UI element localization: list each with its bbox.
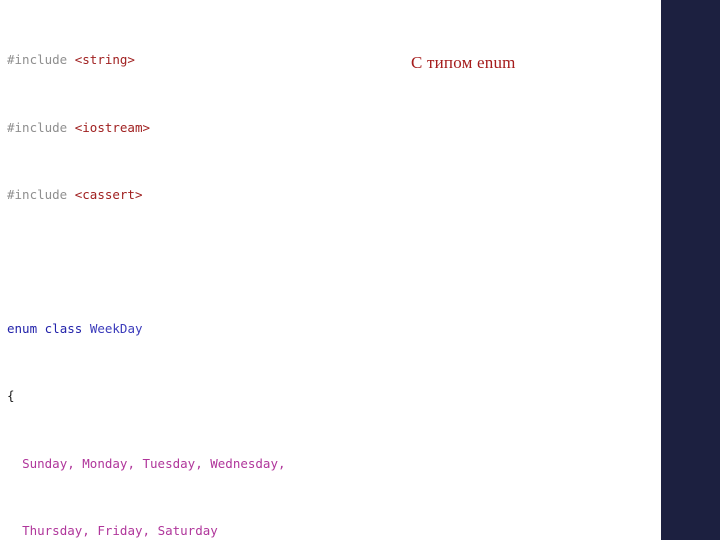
slide-decoration-band — [661, 0, 720, 540]
token-keyword-class: class — [44, 321, 83, 337]
token-enum-member: Tuesday — [142, 455, 196, 471]
token-header: <iostream> — [74, 119, 151, 135]
token-type-weekday: WeekDay — [89, 321, 143, 337]
token-comma: , — [142, 522, 158, 538]
token-preprocessor: #include — [7, 186, 68, 202]
token-enum-member: Thursday — [22, 522, 83, 538]
code-line: #include <cassert> — [7, 187, 657, 204]
code-line: #include <iostream> — [7, 120, 657, 137]
token-comma: , — [195, 455, 211, 471]
token-header: <string> — [74, 52, 135, 68]
token-keyword-enum: enum — [7, 321, 38, 337]
slide-canvas: С типом enum #include <string> #include … — [0, 0, 720, 540]
code-line: { — [7, 388, 657, 405]
code-line: Sunday, Monday, Tuesday, Wednesday, — [7, 456, 657, 473]
token-preprocessor: #include — [7, 52, 68, 68]
token-enum-member: Saturday — [157, 522, 218, 538]
token-enum-member: Friday — [97, 522, 143, 538]
token-preprocessor: #include — [7, 119, 68, 135]
code-line: Thursday, Friday, Saturday — [7, 523, 657, 540]
token-enum-member: Sunday — [22, 455, 68, 471]
code-line: #include <string> — [7, 52, 657, 69]
token-comma: , — [127, 455, 143, 471]
token-comma: , — [277, 455, 286, 471]
token-comma: , — [67, 455, 83, 471]
token-enum-member: Wednesday — [210, 455, 278, 471]
token-enum-member: Monday — [82, 455, 128, 471]
token-comma: , — [82, 522, 98, 538]
token-brace: { — [7, 388, 15, 404]
token-header: <cassert> — [74, 186, 143, 202]
code-block: #include <string> #include <iostream> #i… — [7, 2, 657, 540]
code-line: enum class WeekDay — [7, 321, 657, 338]
